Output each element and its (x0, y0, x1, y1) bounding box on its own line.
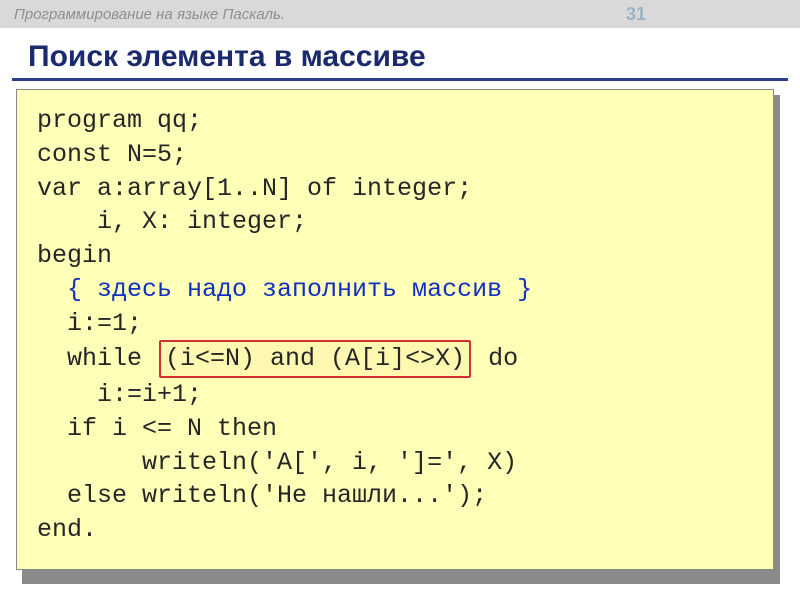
code-comment: { здесь надо заполнить массив } (37, 275, 532, 304)
code-line-part: do (473, 344, 518, 373)
code-line: i:=1; (37, 309, 142, 338)
code-line: writeln('A[', i, ']=', X) (37, 448, 517, 477)
code-line: var a:array[1..N] of integer; (37, 174, 472, 203)
code-line: begin (37, 241, 112, 270)
code-block-shadow: program qq; const N=5; var a:array[1..N]… (22, 95, 780, 584)
code-line-part: while (37, 344, 157, 373)
slide-header: Программирование на языке Паскаль. 31 (0, 0, 800, 28)
code-line: program qq; (37, 106, 202, 135)
code-block: program qq; const N=5; var a:array[1..N]… (16, 89, 774, 570)
code-line: const N=5; (37, 140, 187, 169)
code-line: i, X: integer; (37, 207, 307, 236)
course-title: Программирование на языке Паскаль. (14, 6, 285, 23)
code-line: if i <= N then (37, 414, 277, 443)
code-line: else writeln('Не нашли...'); (37, 481, 487, 510)
code-highlight-condition: (i<=N) and (A[i]<>X) (159, 340, 471, 378)
page-number: 31 (626, 4, 786, 25)
code-line: end. (37, 515, 97, 544)
slide-title: Поиск элемента в массиве (12, 28, 788, 81)
code-line: i:=i+1; (37, 380, 202, 409)
